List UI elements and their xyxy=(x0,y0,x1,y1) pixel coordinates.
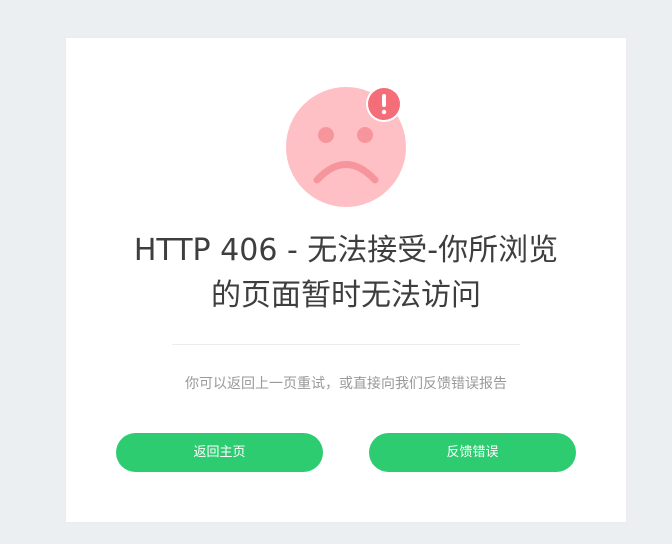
divider xyxy=(172,344,520,345)
error-message: 你可以返回上一页重试，或直接向我们反馈错误报告 xyxy=(185,376,507,392)
error-title-line-2: 的页面暂时无法访问 xyxy=(211,278,481,313)
error-title-line-1: HTTP 406 - 无法接受-你所浏览 xyxy=(133,233,559,268)
error-card: HTTP 406 - 无法接受-你所浏览 的页面暂时无法访问 你可以返回上一页重… xyxy=(66,38,626,522)
return-home-button[interactable]: 返回主页 xyxy=(116,433,323,472)
exclamation-badge-icon xyxy=(366,87,402,122)
error-title: HTTP 406 - 无法接受-你所浏览 的页面暂时无法访问 xyxy=(66,228,626,318)
sad-face-icon xyxy=(286,87,406,207)
report-error-button[interactable]: 反馈错误 xyxy=(369,433,576,472)
